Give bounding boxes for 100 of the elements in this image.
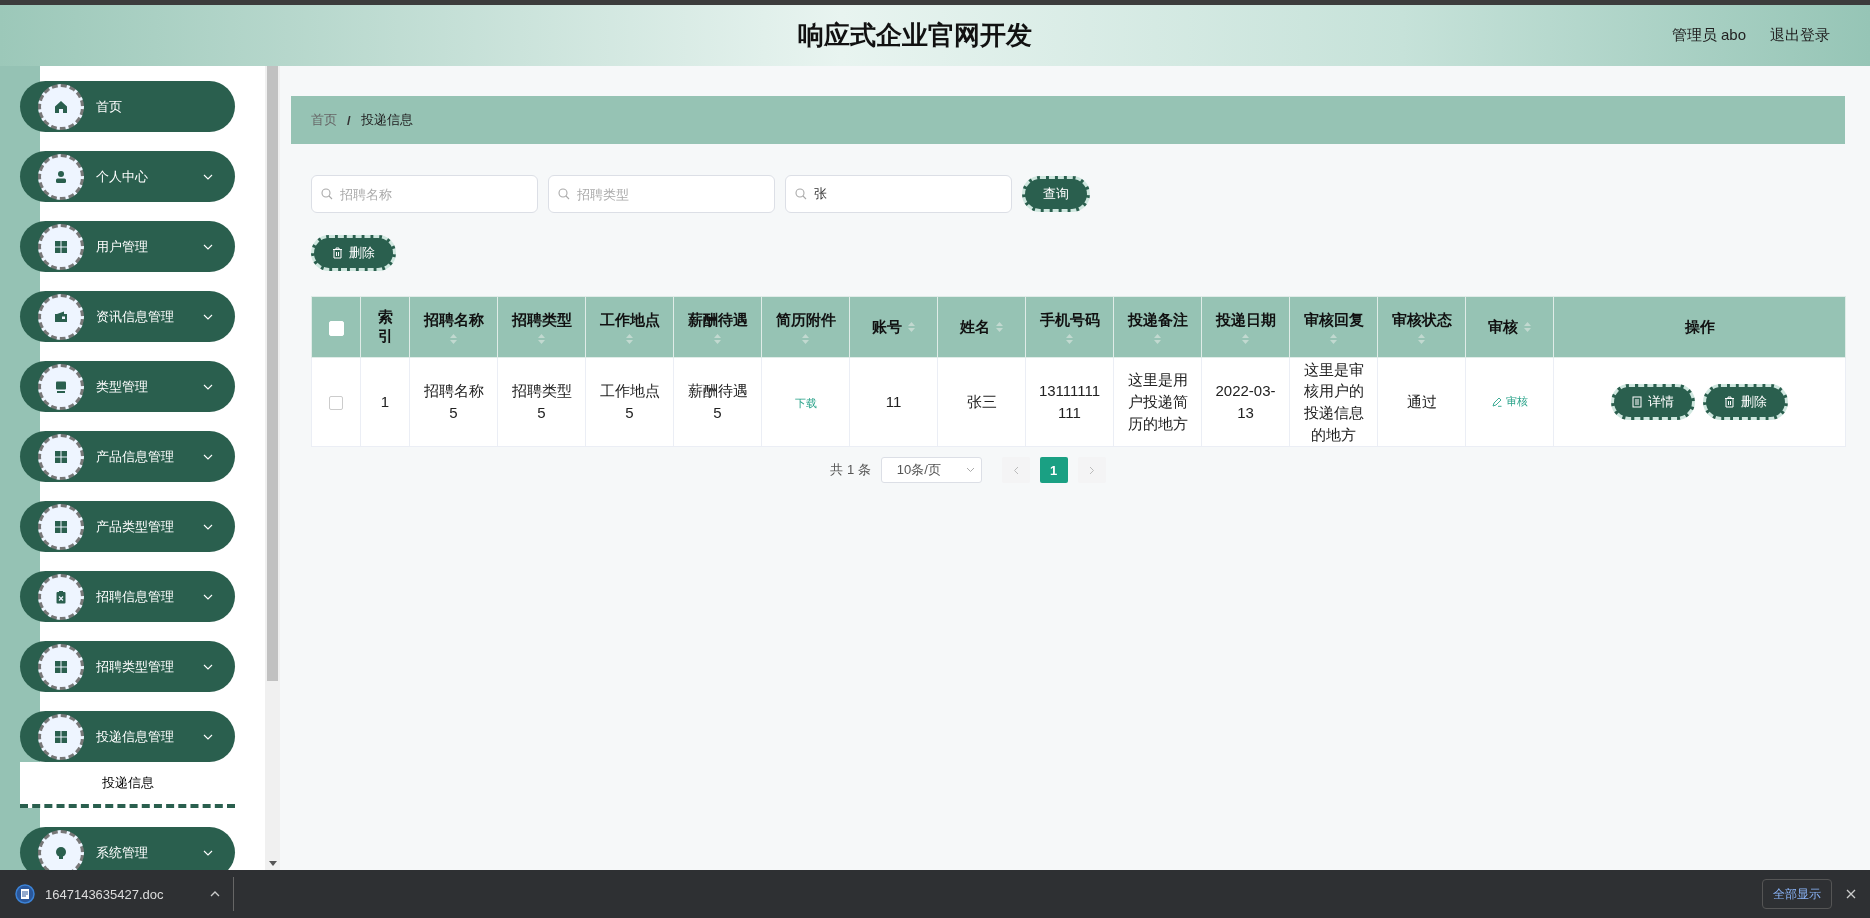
row-checkbox[interactable] bbox=[329, 396, 343, 411]
document-icon bbox=[15, 884, 35, 904]
delete-button[interactable]: 删除 bbox=[311, 235, 396, 271]
chevron-icon bbox=[203, 849, 213, 856]
search-button[interactable]: 查询 bbox=[1022, 176, 1090, 212]
table-cell: 2022-03-13 bbox=[1201, 357, 1290, 447]
table-cell: 薪酬待遇5 bbox=[673, 357, 762, 447]
search-icon bbox=[795, 188, 807, 200]
menu-item[interactable]: 产品类型管理 bbox=[20, 501, 235, 552]
sort-icon bbox=[1242, 333, 1249, 344]
total-count: 共 1 条 bbox=[830, 461, 871, 479]
menu-item[interactable]: 类型管理 bbox=[20, 361, 235, 412]
column-header[interactable]: 投递日期 bbox=[1201, 296, 1290, 358]
grid-icon bbox=[54, 519, 68, 534]
sort-icon bbox=[626, 333, 633, 344]
sort-icon bbox=[450, 333, 457, 344]
chevron-icon bbox=[203, 593, 213, 600]
column-header[interactable]: 工作地点 bbox=[585, 296, 674, 358]
select-all-checkbox[interactable] bbox=[328, 320, 344, 336]
caret-up-icon bbox=[210, 891, 220, 897]
sort-icon bbox=[538, 333, 545, 344]
user-icon bbox=[54, 169, 68, 184]
trash-icon bbox=[332, 247, 343, 259]
logout-link[interactable]: 退出登录 bbox=[1770, 26, 1830, 45]
sort-icon bbox=[1330, 333, 1337, 344]
menu-item[interactable]: 用户管理 bbox=[20, 221, 235, 272]
next-page-button[interactable] bbox=[1077, 457, 1106, 483]
chevron-icon bbox=[203, 663, 213, 670]
grid-icon bbox=[54, 449, 68, 464]
column-header[interactable]: 招聘名称 bbox=[409, 296, 498, 358]
table-cell: 11 bbox=[849, 357, 938, 447]
column-header[interactable]: 审核 bbox=[1465, 296, 1554, 358]
column-header[interactable]: 姓名 bbox=[937, 296, 1026, 358]
menu-item[interactable]: 资讯信息管理 bbox=[20, 291, 235, 342]
chevron-icon bbox=[203, 523, 213, 530]
sort-icon bbox=[1418, 333, 1425, 344]
table-cell: 工作地点5 bbox=[585, 357, 674, 447]
chevron-icon bbox=[203, 733, 213, 740]
menu-item[interactable]: 招聘信息管理 bbox=[20, 571, 235, 622]
column-header[interactable]: 简历附件 bbox=[761, 296, 850, 358]
sort-icon bbox=[996, 322, 1003, 332]
table-cell: 这里是用户投递简历的地方 bbox=[1113, 357, 1202, 447]
sort-icon bbox=[1154, 333, 1161, 344]
sort-icon bbox=[1066, 333, 1073, 344]
menu-item[interactable]: 招聘类型管理 bbox=[20, 641, 235, 692]
chevron-left-icon bbox=[1012, 465, 1019, 475]
chevron-icon bbox=[203, 313, 213, 320]
chevron-icon bbox=[203, 453, 213, 460]
chevron-icon bbox=[203, 383, 213, 390]
chevron-right-icon bbox=[1088, 465, 1095, 475]
site-title: 响应式企业官网开发 bbox=[798, 19, 1032, 52]
column-header: 操作 bbox=[1553, 296, 1846, 358]
home-icon bbox=[54, 99, 68, 114]
search-field[interactable]: 招聘类型 bbox=[548, 175, 775, 213]
sort-icon bbox=[714, 333, 721, 344]
menu-item[interactable]: 首页 bbox=[20, 81, 235, 132]
column-header[interactable]: 审核状态 bbox=[1377, 296, 1466, 358]
table-cell: 招聘名称5 bbox=[409, 357, 498, 447]
delete-button[interactable]: 删除 bbox=[1703, 384, 1788, 420]
page-size-select[interactable]: 10条/页 bbox=[880, 457, 982, 483]
show-all-button[interactable]: 全部显示 bbox=[1762, 879, 1832, 909]
menu-item[interactable]: 个人中心 bbox=[20, 151, 235, 202]
search-field[interactable]: 招聘名称 bbox=[311, 175, 538, 213]
prev-page-button[interactable] bbox=[1001, 457, 1030, 483]
chevron-icon bbox=[965, 467, 975, 473]
search-field[interactable]: 张 bbox=[785, 175, 1012, 213]
search-icon bbox=[558, 188, 570, 200]
column-header[interactable]: 审核回复 bbox=[1289, 296, 1378, 358]
sort-icon bbox=[1524, 322, 1531, 332]
column-header[interactable]: 薪酬待遇 bbox=[673, 296, 762, 358]
table-cell: 通过 bbox=[1377, 357, 1466, 447]
chevron-icon bbox=[203, 243, 213, 250]
submenu-item[interactable]: 投递信息 bbox=[20, 762, 235, 808]
sort-icon bbox=[908, 322, 915, 332]
table-cell: 13111111111 bbox=[1025, 357, 1114, 447]
trash-icon bbox=[1724, 396, 1735, 408]
grid-icon bbox=[54, 239, 68, 254]
search-icon bbox=[321, 188, 333, 200]
table-cell: 这里是审核用户的投递信息的地方 bbox=[1289, 357, 1378, 447]
document-icon bbox=[1632, 396, 1642, 408]
column-header[interactable]: 账号 bbox=[849, 296, 938, 358]
monitor-icon bbox=[54, 379, 68, 394]
bulb-icon bbox=[54, 845, 68, 860]
column-header: 索引 bbox=[360, 296, 410, 358]
download-item[interactable]: 1647143635427.doc bbox=[0, 884, 220, 904]
close-icon bbox=[1846, 889, 1856, 899]
menu-item[interactable]: 系统管理 bbox=[20, 827, 235, 870]
chevron-icon bbox=[203, 173, 213, 180]
breadcrumb-separator: / bbox=[347, 112, 351, 128]
menu-item[interactable]: 产品信息管理 bbox=[20, 431, 235, 482]
column-header[interactable]: 投递备注 bbox=[1113, 296, 1202, 358]
column-header[interactable]: 招聘类型 bbox=[497, 296, 586, 358]
user-name: 管理员 abo bbox=[1671, 26, 1746, 45]
menu-item[interactable]: 投递信息管理 bbox=[20, 711, 235, 762]
details-button[interactable]: 详情 bbox=[1611, 384, 1695, 420]
wallet-icon bbox=[54, 309, 68, 324]
scrollbar[interactable] bbox=[265, 66, 280, 870]
clipboard-icon bbox=[54, 589, 68, 604]
column-header[interactable]: 手机号码 bbox=[1025, 296, 1114, 358]
breadcrumb-link[interactable]: 投递信息 bbox=[360, 111, 413, 129]
